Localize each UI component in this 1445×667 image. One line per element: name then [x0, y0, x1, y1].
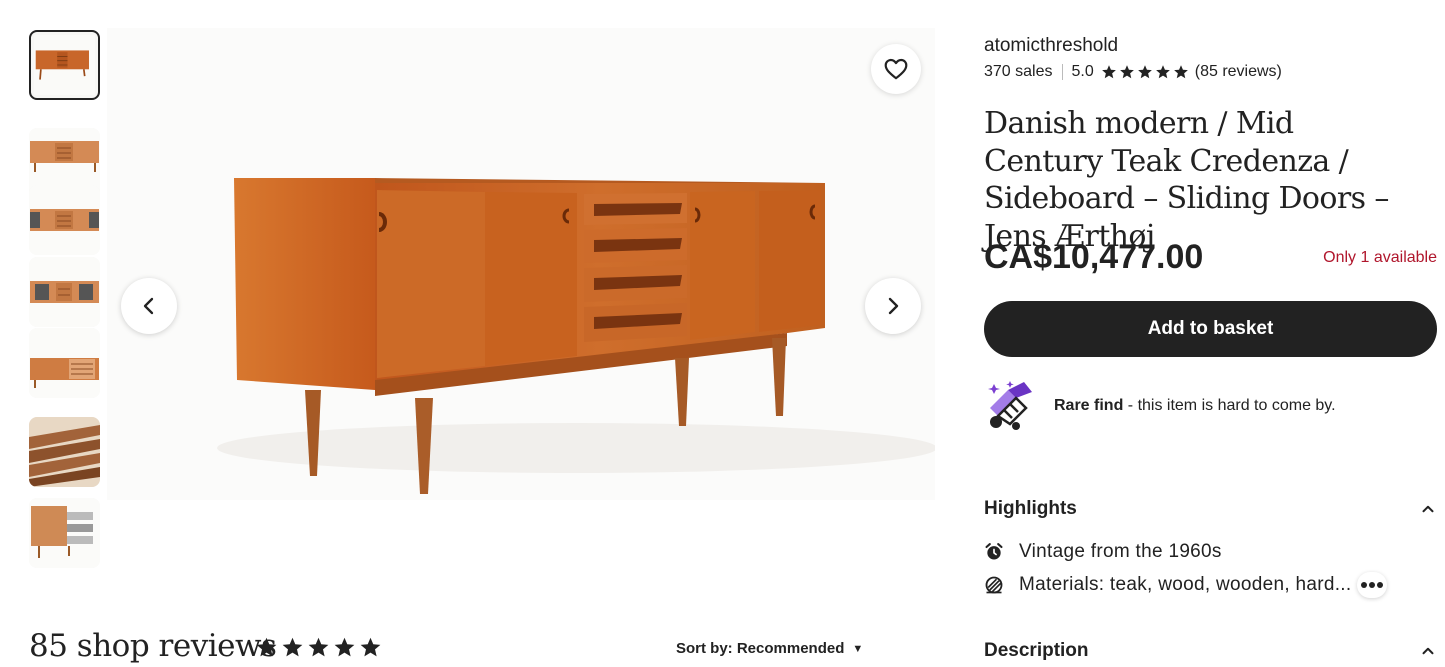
sideboard-image: [107, 28, 935, 500]
highlight-text: Materials: teak, wood, wooden, hard...: [1019, 574, 1352, 595]
more-dots-icon: [1361, 582, 1383, 588]
shop-rating-stars: [1101, 64, 1189, 80]
highlight-text: Vintage from the 1960s: [1019, 541, 1222, 562]
star-icon: [282, 637, 303, 657]
star-icon: [1155, 65, 1170, 79]
star-icon: [1173, 65, 1188, 79]
next-image-button[interactable]: [865, 278, 921, 334]
highlight-materials: Materials: teak, wood, wooden, hard...: [984, 574, 1351, 596]
star-icon: [1101, 65, 1116, 79]
favorite-button[interactable]: [871, 44, 921, 94]
rare-find-label: Rare find: [1054, 397, 1124, 414]
star-icon: [308, 637, 329, 657]
shop-rating: 5.0: [1071, 63, 1094, 80]
star-icon: [1119, 65, 1134, 79]
star-icon: [1137, 65, 1152, 79]
thumbnail-1[interactable]: [29, 30, 100, 100]
previous-image-button[interactable]: [121, 278, 177, 334]
shop-reviews-title: 85 shop reviews: [29, 628, 277, 664]
stock-status: Only 1 available: [1323, 249, 1437, 266]
materials-icon: [985, 576, 1003, 594]
highlight-vintage: Vintage from the 1960s: [984, 541, 1222, 563]
add-to-basket-button[interactable]: Add to basket: [984, 301, 1437, 357]
highlights-heading: Highlights: [984, 498, 1077, 519]
shop-reviews-stars: [255, 636, 382, 659]
rare-find-description: - this item is hard to come by.: [1123, 397, 1336, 414]
chevron-up-icon: [1422, 647, 1434, 655]
chevron-left-icon: [143, 297, 154, 315]
sort-label: Sort by: Recommended: [676, 640, 845, 657]
chevron-up-icon: [1422, 505, 1434, 513]
thumbnail-6[interactable]: [29, 417, 100, 487]
shop-sales: 370 sales: [984, 63, 1053, 80]
listing-title: Danish modern / Mid Century Teak Credenz…: [984, 106, 1389, 254]
rare-find-notice: Rare find - this item is hard to come by…: [984, 378, 1336, 434]
thumbnail-4[interactable]: [29, 257, 100, 327]
chevron-right-icon: [888, 297, 899, 315]
divider: [1061, 64, 1063, 80]
star-icon: [360, 637, 381, 657]
main-product-image[interactable]: [107, 28, 935, 500]
caret-down-icon: ▼: [852, 642, 864, 655]
shop-name-link[interactable]: atomicthreshold: [984, 35, 1118, 57]
star-icon: [256, 637, 277, 657]
sort-dropdown[interactable]: Sort by: Recommended ▼: [676, 640, 863, 657]
description-heading: Description: [984, 640, 1089, 661]
rare-find-text: Rare find - this item is hard to come by…: [1054, 397, 1336, 415]
thumbnail-7[interactable]: [29, 498, 100, 568]
shop-reviews-link[interactable]: (85 reviews): [1195, 63, 1282, 81]
heart-icon: [884, 58, 908, 80]
star-icon: [334, 637, 355, 657]
thumbnail-3[interactable]: [29, 185, 100, 255]
thumbnail-5[interactable]: [29, 328, 100, 398]
more-highlights-button[interactable]: [1357, 572, 1387, 598]
alarm-clock-icon: [985, 543, 1003, 560]
shop-meta: 370 sales 5.0 (85 reviews): [984, 63, 1282, 81]
listing-price: CA$10,477.00: [984, 238, 1204, 276]
highlights-toggle[interactable]: Highlights: [984, 498, 1437, 520]
rare-find-icon: [988, 381, 1032, 430]
description-toggle[interactable]: Description: [984, 640, 1437, 662]
